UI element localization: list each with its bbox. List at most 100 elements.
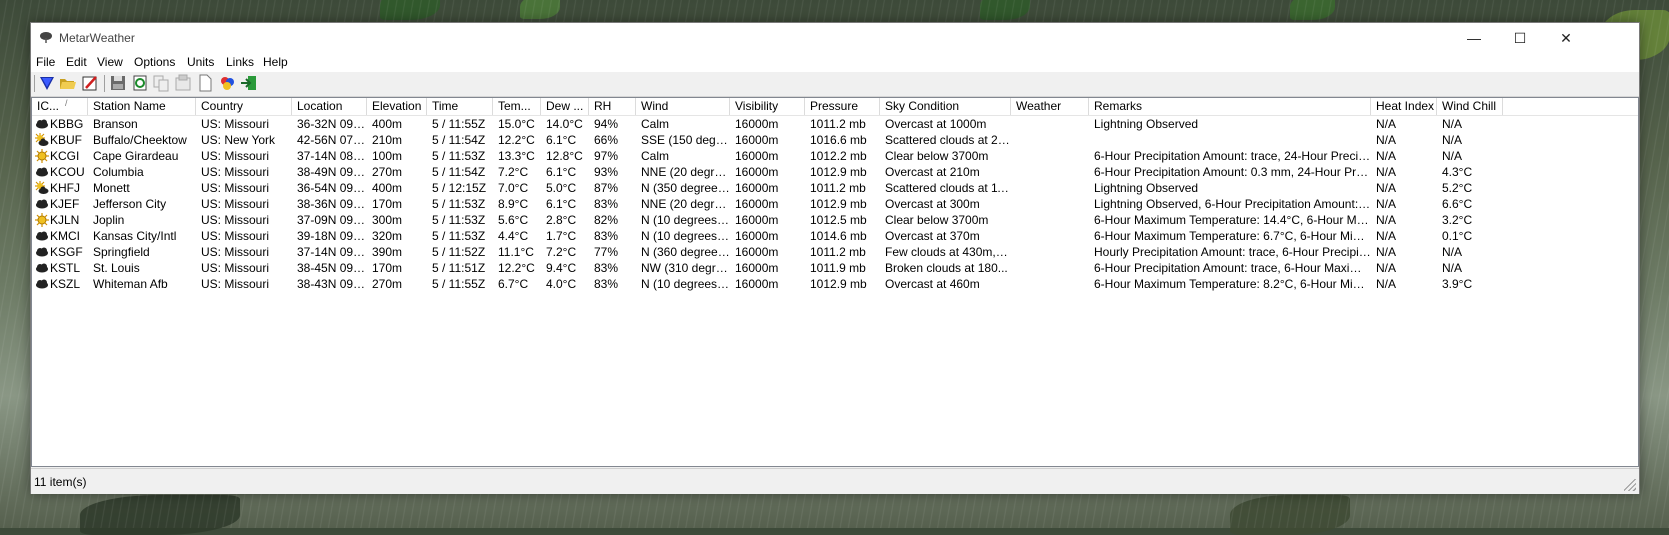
column-header-time[interactable]: Time: [427, 98, 493, 115]
column-header-wind-chill[interactable]: Wind Chill: [1437, 98, 1503, 115]
menu-units[interactable]: Units: [187, 55, 214, 69]
cell-wind-chill: 3.9°C: [1442, 277, 1473, 291]
table-row[interactable]: KBUF Buffalo/Cheektow US: New York 42-56N 0…: [32, 132, 1638, 148]
cell-location: 37-14N 093...: [297, 245, 367, 259]
cell-location: 38-49N 092...: [297, 165, 367, 179]
cell-station-name: Joplin: [93, 213, 125, 227]
column-header-elevation[interactable]: Elevation: [367, 98, 427, 115]
cell-wind-chill: 3.2°C: [1442, 213, 1473, 227]
cell-elevation: 320m: [372, 229, 403, 243]
new-document-icon[interactable]: [196, 74, 214, 92]
cell-remarks: 6-Hour Maximum Temperature: 6.7°C, 6-Hou…: [1094, 229, 1371, 243]
menu-file[interactable]: File: [36, 55, 55, 69]
column-header-wind[interactable]: Wind: [636, 98, 730, 115]
table-row[interactable]: KMCI Kansas City/Intl US: Missouri 39-18N 0…: [32, 228, 1638, 244]
cell-wind: NNE (20 degree...: [641, 165, 730, 179]
column-header-visibility[interactable]: Visibility: [730, 98, 805, 115]
cell-location: 37-14N 089...: [297, 149, 367, 163]
cell-time: 5 / 11:51Z: [432, 261, 486, 275]
colors-icon[interactable]: [218, 74, 236, 92]
cell-wind: NNE (20 degree...: [641, 197, 730, 211]
copy-icon[interactable]: [152, 74, 170, 92]
open-folder-icon[interactable]: [59, 74, 77, 92]
minimize-button[interactable]: —: [1451, 23, 1497, 53]
table-row[interactable]: KCOU Columbia US: Missouri 38-49N 092... 270…: [32, 164, 1638, 180]
cell-country: US: Missouri: [201, 277, 270, 291]
edit-icon[interactable]: [81, 74, 99, 92]
cell-time: 5 / 11:53Z: [432, 213, 486, 227]
menu-edit[interactable]: Edit: [66, 55, 87, 69]
title-bar[interactable]: MetarWeather — ☐ ✕: [31, 23, 1639, 53]
cell-station-name: Monett: [93, 181, 130, 195]
refresh-icon[interactable]: [131, 74, 149, 92]
close-button[interactable]: ✕: [1543, 23, 1589, 53]
cloud-icon: [35, 261, 49, 275]
save-icon[interactable]: [109, 74, 127, 92]
cell-time: 5 / 11:53Z: [432, 229, 486, 243]
column-header-weather[interactable]: Weather: [1011, 98, 1089, 115]
cell-country: US: Missouri: [201, 181, 270, 195]
column-header-heat-index[interactable]: Heat Index: [1371, 98, 1437, 115]
cell-rh: 83%: [594, 277, 619, 291]
table-row[interactable]: KJLN Joplin US: Missouri 37-09N 094... 300m 5…: [32, 212, 1638, 228]
cell-temperature: 12.2°C: [498, 261, 535, 275]
column-header-remarks[interactable]: Remarks: [1089, 98, 1371, 115]
cell-location: 39-18N 094...: [297, 229, 367, 243]
maximize-button[interactable]: ☐: [1497, 23, 1543, 53]
cell-pressure: 1011.2 mb: [810, 245, 866, 259]
exit-icon[interactable]: [240, 74, 258, 92]
table-row[interactable]: KHFJ Monett US: Missouri 36-54N 094... 400m 5…: [32, 180, 1638, 196]
filter-icon[interactable]: [38, 74, 56, 92]
menu-links[interactable]: Links: [226, 55, 254, 69]
column-header-station-name[interactable]: Station Name: [88, 98, 196, 115]
cell-pressure: 1012.5 mb: [810, 213, 867, 227]
menu-options[interactable]: Options: [134, 55, 175, 69]
cell-country: US: Missouri: [201, 261, 270, 275]
resize-grip[interactable]: [1624, 479, 1636, 491]
menu-view[interactable]: View: [97, 55, 123, 69]
column-header-temperature[interactable]: Tem...: [493, 98, 541, 115]
menu-help[interactable]: Help: [263, 55, 288, 69]
column-header-rh[interactable]: RH: [589, 98, 636, 115]
properties-icon[interactable]: [174, 74, 192, 92]
cell-rh: 97%: [594, 149, 619, 163]
cell-remarks: [1089, 132, 1371, 148]
table-row[interactable]: KSZL Whiteman Afb US: Missouri 38-43N 093..…: [32, 276, 1638, 292]
cell-location: 38-43N 093...: [297, 277, 367, 291]
cell-visibility: 16000m: [735, 277, 779, 291]
cell-wind: N (10 degrees) ...: [641, 229, 730, 243]
cell-remarks: 6-Hour Maximum Temperature: 8.2°C, 6-Hou…: [1094, 277, 1371, 291]
cell-heat-index: N/A: [1376, 133, 1397, 147]
table-row[interactable]: KCGI Cape Girardeau US: Missouri 37-14N 089…: [32, 148, 1638, 164]
menu-bar: File Edit View Options Units Links Help: [31, 53, 1639, 72]
cell-wind: Calm: [641, 149, 670, 163]
cell-wind-chill: N/A: [1442, 117, 1463, 131]
cell-elevation: 400m: [372, 117, 403, 131]
cell-rh: 83%: [594, 229, 619, 243]
table-row[interactable]: KSTL St. Louis US: Missouri 38-45N 090... 17…: [32, 260, 1638, 276]
column-header-location[interactable]: Location: [292, 98, 367, 115]
column-header-dew-point[interactable]: Dew ...: [541, 98, 589, 115]
table-row[interactable]: KJEF Jefferson City US: Missouri 38-36N 092…: [32, 196, 1638, 212]
cell-wind: Calm: [641, 117, 670, 131]
cell-temperature: 12.2°C: [498, 133, 535, 147]
column-header-pressure[interactable]: Pressure: [805, 98, 880, 115]
cell-pressure: 1012.9 mb: [810, 197, 867, 211]
cell-heat-index: N/A: [1376, 213, 1397, 227]
window-title: MetarWeather: [59, 31, 135, 45]
cell-time: 5 / 11:54Z: [432, 165, 486, 179]
column-header-sky-condition[interactable]: Sky Condition: [880, 98, 1011, 115]
column-header-country[interactable]: Country: [196, 98, 292, 115]
cell-dew-point: 4.0°C: [546, 277, 577, 291]
station-list[interactable]: IC... / Station Name Country Location El…: [31, 97, 1639, 467]
list-header: IC... / Station Name Country Location El…: [32, 98, 1638, 116]
cell-heat-index: N/A: [1376, 149, 1397, 163]
table-row[interactable]: KSGF Springfield US: Missouri 37-14N 093...…: [32, 244, 1638, 260]
cell-visibility: 16000m: [735, 245, 779, 259]
cell-weather: [1011, 180, 1089, 196]
cell-dew-point: 5.0°C: [546, 181, 577, 195]
column-header-icao[interactable]: IC...: [32, 98, 88, 115]
table-row[interactable]: KBBG Branson US: Missouri 36-32N 093... 400m…: [32, 116, 1638, 132]
cell-sky-condition: Overcast at 210m: [885, 165, 980, 179]
cell-location: 42-56N 078...: [297, 133, 367, 147]
